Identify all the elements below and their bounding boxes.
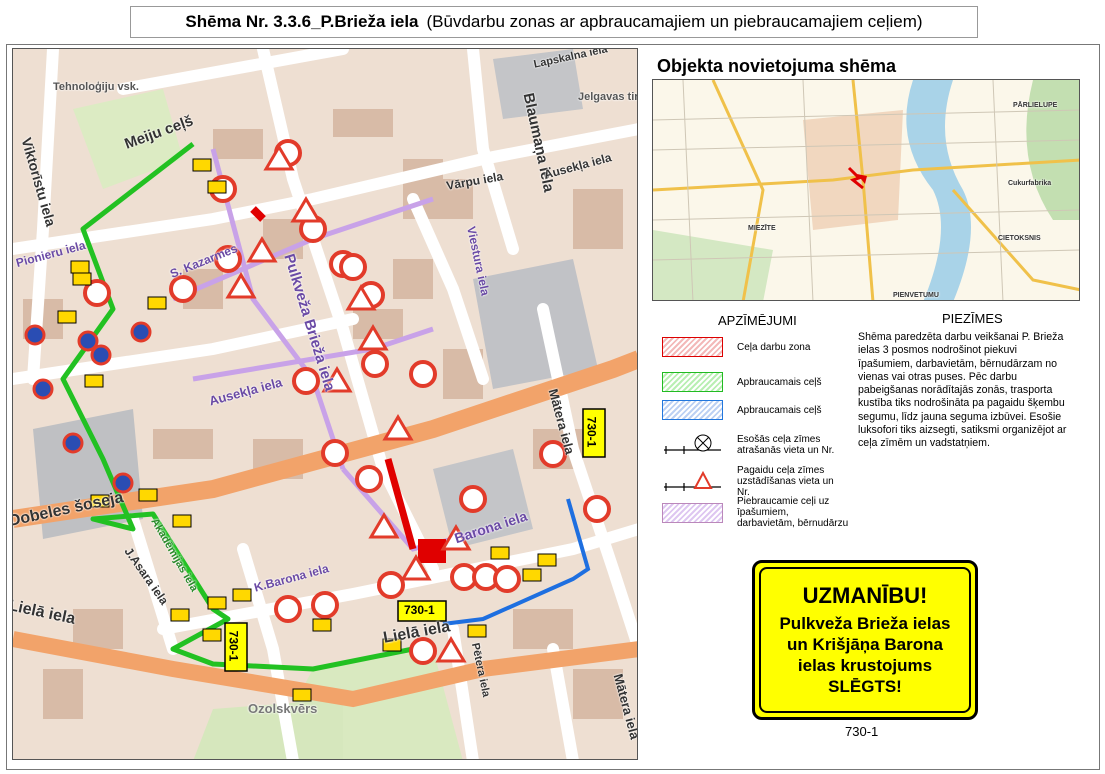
- legend-label: Esošās ceļa zīmes atrašanās vieta un Nr.: [737, 434, 835, 456]
- warning-sign-730-1: UZMANĪBU! Pulkveža Brieža ielas un Krišj…: [752, 560, 978, 720]
- legend-item-temporary-sign: Pagaidu ceļa zīmes uzstādīšanas vieta un…: [662, 465, 852, 498]
- title-scheme-number: Shēma Nr. 3.3.6_P.Brieža iela: [185, 12, 419, 31]
- legend-label: Ceļa darbu zona: [737, 341, 811, 353]
- notes-text: Shēma paredzēta darbu veikšanai P. Briež…: [858, 331, 1067, 450]
- overview-label-miezite: MIEZĪTE: [748, 225, 776, 232]
- legend-item-work-zone: Ceļa darbu zona: [662, 337, 810, 357]
- legend-swatch-green: [662, 372, 723, 392]
- overview-label-parlielupe: PĀRLIELUPE: [1013, 102, 1058, 109]
- legend-title: APZĪMĒJUMI: [718, 313, 797, 328]
- main-map[interactable]: Meiju ceļš Viktorīstu iela Pionieru iela…: [12, 48, 638, 760]
- legend-item-existing-sign: Esošās ceļa zīmes atrašanās vieta un Nr.: [662, 434, 852, 456]
- warning-heading: UZMANĪBU!: [802, 583, 928, 608]
- notes-title: PIEZĪMES: [942, 311, 1003, 326]
- temporary-sign-icon: [664, 470, 721, 491]
- map-label-ozolskvers: Ozolskvērs: [248, 701, 318, 716]
- warning-sign-number: 730-1: [845, 724, 879, 739]
- warning-body: Pulkveža Brieža ielas un Krišjāņa Barona…: [779, 613, 950, 697]
- legend-swatch-purple: [662, 502, 723, 523]
- warning-line: SLĒGTS!: [828, 677, 902, 696]
- work-zone-intersection: [418, 539, 446, 563]
- legend-item-green-detour: Apbraucamais ceļš: [662, 372, 821, 392]
- legend-swatch-blue: [662, 400, 723, 420]
- legend-item-access-roads: Piebraucamie ceļi uz īpašumiem, darbavie…: [662, 496, 852, 529]
- legend-swatch-red: [662, 337, 723, 357]
- sign-730-1-tag-label: 730-1: [404, 603, 435, 617]
- legend-label: Apbraucamais ceļš: [737, 376, 822, 388]
- overview-map-drawing: [653, 80, 1079, 300]
- overview-label-pienvetumu: PIENVETUMU: [893, 292, 939, 299]
- sign-730-1-tag-label: 730-1: [226, 630, 241, 662]
- legend-item-blue-detour: Apbraucamais ceļš: [662, 400, 821, 420]
- sign-730-1-tag-label: 730-1: [584, 416, 599, 448]
- legend-label: Piebraucamie ceļi uz īpašumiem, darbavie…: [737, 496, 849, 529]
- map-label-tehnologiju-vsk: Tehnoloģiju vsk.: [53, 81, 139, 93]
- warning-line: ielas krustojums: [797, 656, 933, 675]
- warning-line: un Krišjāņa Barona: [787, 635, 943, 654]
- overview-title: Objekta novietojuma shēma: [657, 56, 897, 76]
- existing-sign-icon: [664, 434, 721, 454]
- map-label-jelgavas-tirgus: Jelgavas tirgus: [578, 91, 638, 103]
- overview-label-cukurfabrika: Cukurfabrika: [1008, 180, 1052, 187]
- legend-label: Apbraucamais ceļš: [737, 404, 822, 416]
- warning-line: Pulkveža Brieža ielas: [779, 614, 951, 633]
- title-description: (Būvdarbu zonas ar apbraucamajiem un pie…: [426, 12, 923, 31]
- overview-map[interactable]: PĀRLIELUPE MIEZĪTE CIETOKSNIS PIENVETUMU…: [652, 79, 1080, 301]
- page-title: Shēma Nr. 3.3.6_P.Brieža iela (Būvdarbu …: [130, 6, 978, 38]
- warning-sign-border: UZMANĪBU! Pulkveža Brieža ielas un Krišj…: [759, 567, 971, 713]
- overview-label-cietoksnis: CIETOKSNIS: [998, 235, 1041, 242]
- legend-label: Pagaidu ceļa zīmes uzstādīšanas vieta un…: [737, 465, 834, 498]
